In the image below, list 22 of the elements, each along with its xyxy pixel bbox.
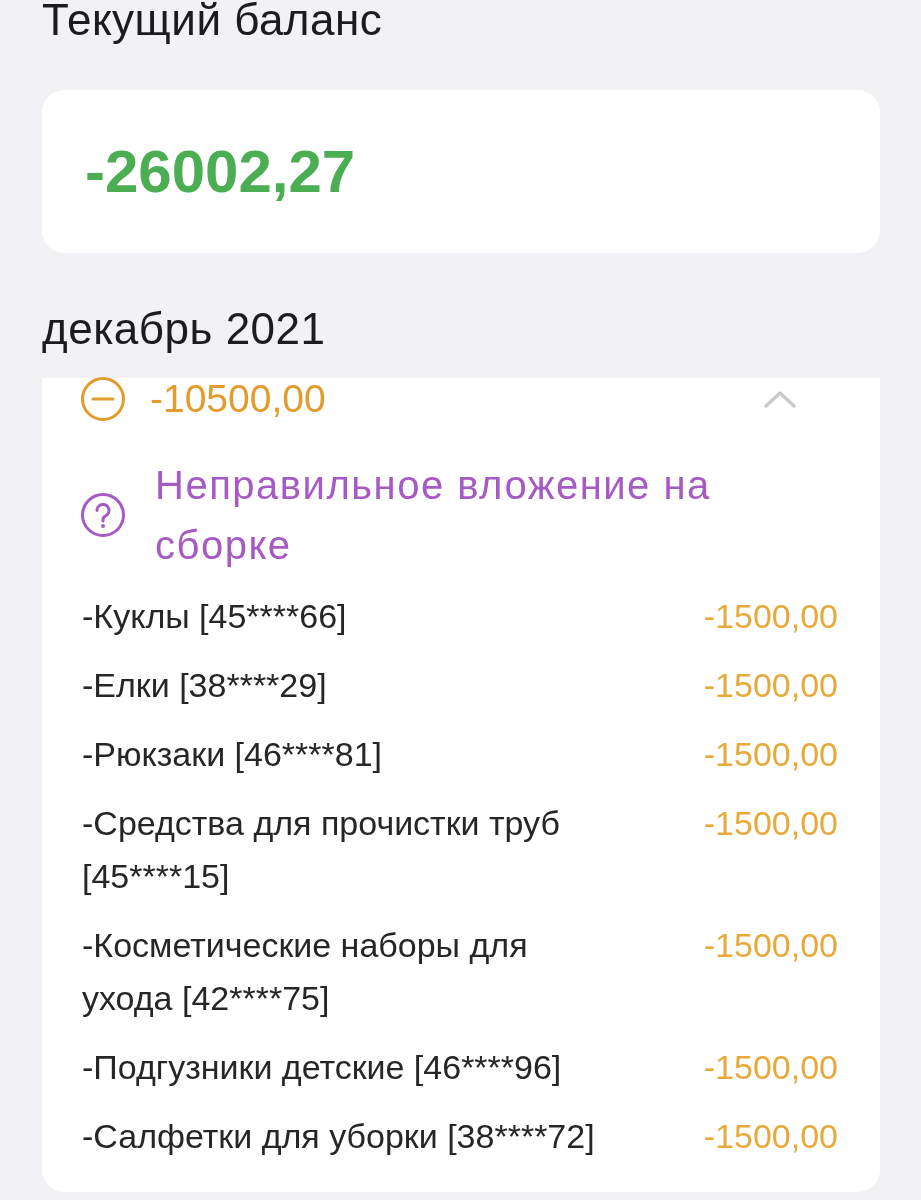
charge-total: -10500,00 bbox=[150, 378, 326, 420]
charge-item-amount: -1500,00 bbox=[703, 665, 838, 706]
charge-item-name: -Салфетки для уборки [38****72] bbox=[82, 1116, 595, 1157]
month-title: декабрь 2021 bbox=[42, 307, 326, 351]
charge-item-name: -Средства для прочистки труб [45****15] bbox=[82, 803, 561, 897]
charge-item-amount: -1500,00 bbox=[703, 734, 838, 775]
balance-amount: -26002,27 bbox=[85, 136, 356, 207]
charge-item-amount: -1500,00 bbox=[703, 1047, 838, 1088]
minus-circle-icon bbox=[80, 376, 126, 422]
charge-item-amount: -1500,00 bbox=[703, 803, 838, 844]
charge-item-amount: -1500,00 bbox=[703, 596, 838, 637]
charge-reason: Неправильное вложение на сборке bbox=[155, 462, 712, 569]
section-title: Текущий баланс bbox=[42, 0, 383, 42]
chevron-up-icon[interactable] bbox=[763, 389, 797, 409]
charge-item-name: -Косметические наборы для ухода [42****75] bbox=[82, 925, 529, 1019]
help-icon bbox=[80, 492, 126, 538]
charge-item-name: -Подгузники детские [46****96] bbox=[82, 1047, 562, 1088]
charge-item-amount: -1500,00 bbox=[703, 1116, 838, 1157]
charge-item-name: -Куклы [45****66] bbox=[82, 596, 347, 637]
charge-item-amount: -1500,00 bbox=[703, 925, 838, 966]
charge-item-name: -Елки [38****29] bbox=[82, 665, 327, 706]
charge-item-name: -Рюкзаки [46****81] bbox=[82, 734, 383, 775]
